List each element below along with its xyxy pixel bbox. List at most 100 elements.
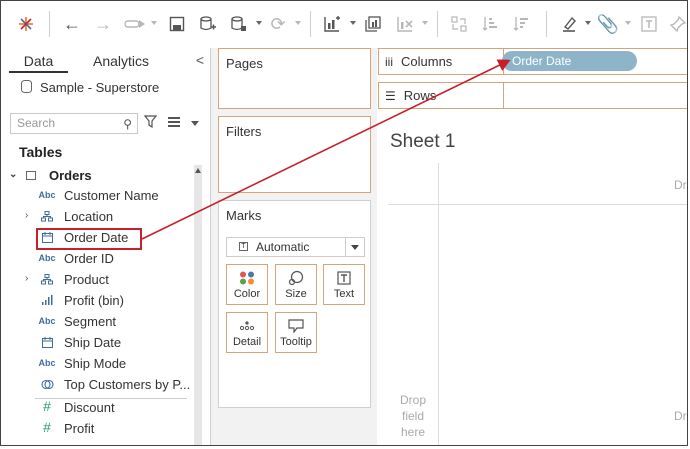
rows-text: Rows bbox=[403, 88, 437, 103]
mark-type-value: Automatic bbox=[256, 240, 310, 254]
datasource-item[interactable]: Sample - Superstore bbox=[21, 80, 159, 95]
sort-ascending-icon[interactable] bbox=[479, 13, 501, 35]
text-button[interactable]: Text bbox=[323, 264, 365, 305]
pages-card[interactable]: Pages bbox=[218, 48, 371, 109]
hierarchy-icon bbox=[38, 274, 56, 287]
field-label: Ship Mode bbox=[64, 356, 127, 371]
search-placeholder: Search bbox=[17, 116, 56, 130]
field-item[interactable]: Abc Order ID bbox=[1, 250, 191, 270]
field-label: Top Customers by P... bbox=[64, 377, 191, 392]
sort-descending-icon[interactable] bbox=[510, 13, 532, 35]
tooltip-icon bbox=[276, 318, 316, 334]
save-icon[interactable] bbox=[166, 13, 188, 35]
replay-icon[interactable] bbox=[122, 13, 148, 35]
hierarchy-icon bbox=[38, 211, 56, 224]
field-item[interactable]: › Product bbox=[1, 271, 191, 291]
sheet-title[interactable]: Sheet 1 bbox=[390, 131, 456, 153]
field-item[interactable]: Ship Date bbox=[1, 334, 191, 354]
canvas-axis-vertical bbox=[438, 163, 439, 445]
marks-title: Marks bbox=[226, 208, 262, 223]
field-item[interactable]: Profit (bin) bbox=[1, 292, 191, 312]
text-label-icon[interactable] bbox=[638, 13, 660, 35]
color-icon bbox=[227, 270, 267, 286]
field-item[interactable]: # Profit bbox=[1, 419, 191, 440]
tooltip-button[interactable]: Tooltip bbox=[275, 312, 317, 353]
text-mark-icon: T bbox=[239, 242, 248, 251]
field-item[interactable]: › Location bbox=[1, 208, 191, 228]
view-list-icon[interactable] bbox=[168, 117, 180, 127]
undo-icon[interactable]: ← bbox=[61, 13, 83, 35]
datasource-icon[interactable] bbox=[228, 13, 250, 35]
field-label: Ship Date bbox=[64, 335, 122, 350]
drop-hint-top-right: Dr bbox=[674, 178, 687, 192]
scroll-up-icon[interactable] bbox=[195, 168, 201, 173]
new-datasource-icon[interactable] bbox=[197, 13, 219, 35]
mark-type-select[interactable]: T Automatic bbox=[226, 237, 365, 257]
color-button[interactable]: Color bbox=[226, 264, 268, 305]
field-label: Segment bbox=[64, 314, 117, 329]
detail-button[interactable]: Detail bbox=[226, 312, 268, 353]
drop-hint-line: here bbox=[400, 425, 426, 439]
tab-data[interactable]: Data bbox=[1, 48, 76, 75]
string-type-icon: Abc bbox=[38, 358, 56, 368]
tableau-logo-icon[interactable] bbox=[15, 13, 37, 35]
highlight-icon[interactable] bbox=[558, 13, 580, 35]
table-icon bbox=[26, 171, 36, 180]
dimension-measure-divider bbox=[35, 398, 187, 399]
field-item[interactable]: Abc Ship Mode bbox=[1, 355, 191, 375]
drop-hint-line: Drop bbox=[399, 393, 426, 407]
rows-shelf[interactable]: ☰ Rows bbox=[378, 82, 687, 109]
tableau-window: ← → ⟳ 📎 Data Analytics < Sample - Supers… bbox=[0, 0, 688, 446]
refresh-icon[interactable]: ⟳ bbox=[267, 13, 289, 35]
order-date-highlight-box bbox=[36, 228, 142, 250]
field-label: Profit (bin) bbox=[64, 293, 124, 308]
duplicate-sheet-icon[interactable] bbox=[362, 13, 384, 35]
field-item[interactable]: Abc Segment bbox=[1, 313, 191, 333]
view-options-caret-icon[interactable] bbox=[191, 121, 199, 126]
size-label: Size bbox=[285, 288, 307, 300]
chevron-right-icon[interactable]: › bbox=[25, 210, 28, 221]
marks-card: Marks T Automatic Color Size Text Detail… bbox=[218, 200, 371, 408]
collapse-pane-icon[interactable]: < bbox=[196, 52, 204, 68]
filters-title: Filters bbox=[226, 124, 262, 139]
rows-icon: ☰ bbox=[385, 89, 396, 103]
order-date-pill[interactable]: Order Date bbox=[502, 51, 637, 71]
search-input[interactable]: Search ⚲ bbox=[10, 113, 138, 134]
datasource-label: Sample - Superstore bbox=[40, 80, 160, 95]
chevron-down-icon[interactable]: ⌄ bbox=[9, 169, 17, 180]
shelf-divider bbox=[503, 83, 504, 108]
rows-shelf-label: ☰ Rows bbox=[385, 88, 436, 103]
detail-label: Detail bbox=[232, 336, 262, 348]
swap-icon[interactable] bbox=[448, 13, 470, 35]
string-type-icon: Abc bbox=[38, 316, 56, 326]
drop-field-here-hint[interactable]: Drop field here bbox=[398, 392, 428, 440]
size-button[interactable]: Size bbox=[275, 264, 317, 305]
field-item[interactable]: # Discount bbox=[1, 398, 191, 419]
cards-pane: Pages Filters Marks T Automatic Color Si… bbox=[211, 48, 377, 445]
field-label: Profit bbox=[64, 421, 95, 436]
text-icon bbox=[324, 270, 364, 286]
columns-shelf-label: iii Columns bbox=[385, 54, 452, 69]
field-label: Order ID bbox=[64, 251, 114, 266]
filters-card[interactable]: Filters bbox=[218, 116, 371, 193]
database-icon bbox=[21, 80, 32, 93]
annotate-icon[interactable]: 📎 bbox=[597, 13, 619, 35]
pin-icon[interactable] bbox=[667, 13, 687, 35]
tab-analytics[interactable]: Analytics bbox=[81, 48, 161, 75]
search-icon: ⚲ bbox=[123, 117, 132, 131]
field-label: Product bbox=[64, 272, 109, 287]
text-label: Text bbox=[333, 288, 355, 300]
field-item[interactable]: Top Customers by P... bbox=[1, 376, 191, 396]
columns-text: Columns bbox=[401, 54, 453, 69]
filter-icon[interactable] bbox=[143, 115, 158, 131]
scrollbar[interactable] bbox=[194, 165, 202, 445]
clear-sheet-icon[interactable] bbox=[394, 13, 416, 35]
string-type-icon: Abc bbox=[38, 253, 56, 263]
chevron-right-icon[interactable]: › bbox=[25, 273, 28, 284]
drop-hint-bottom-right: Dr bbox=[674, 409, 687, 423]
drop-hint-line: field bbox=[401, 409, 424, 423]
chevron-down-icon[interactable] bbox=[345, 238, 364, 256]
redo-icon[interactable]: → bbox=[92, 13, 114, 35]
field-item[interactable]: Abc Customer Name bbox=[1, 187, 191, 207]
new-worksheet-icon[interactable] bbox=[321, 13, 343, 35]
